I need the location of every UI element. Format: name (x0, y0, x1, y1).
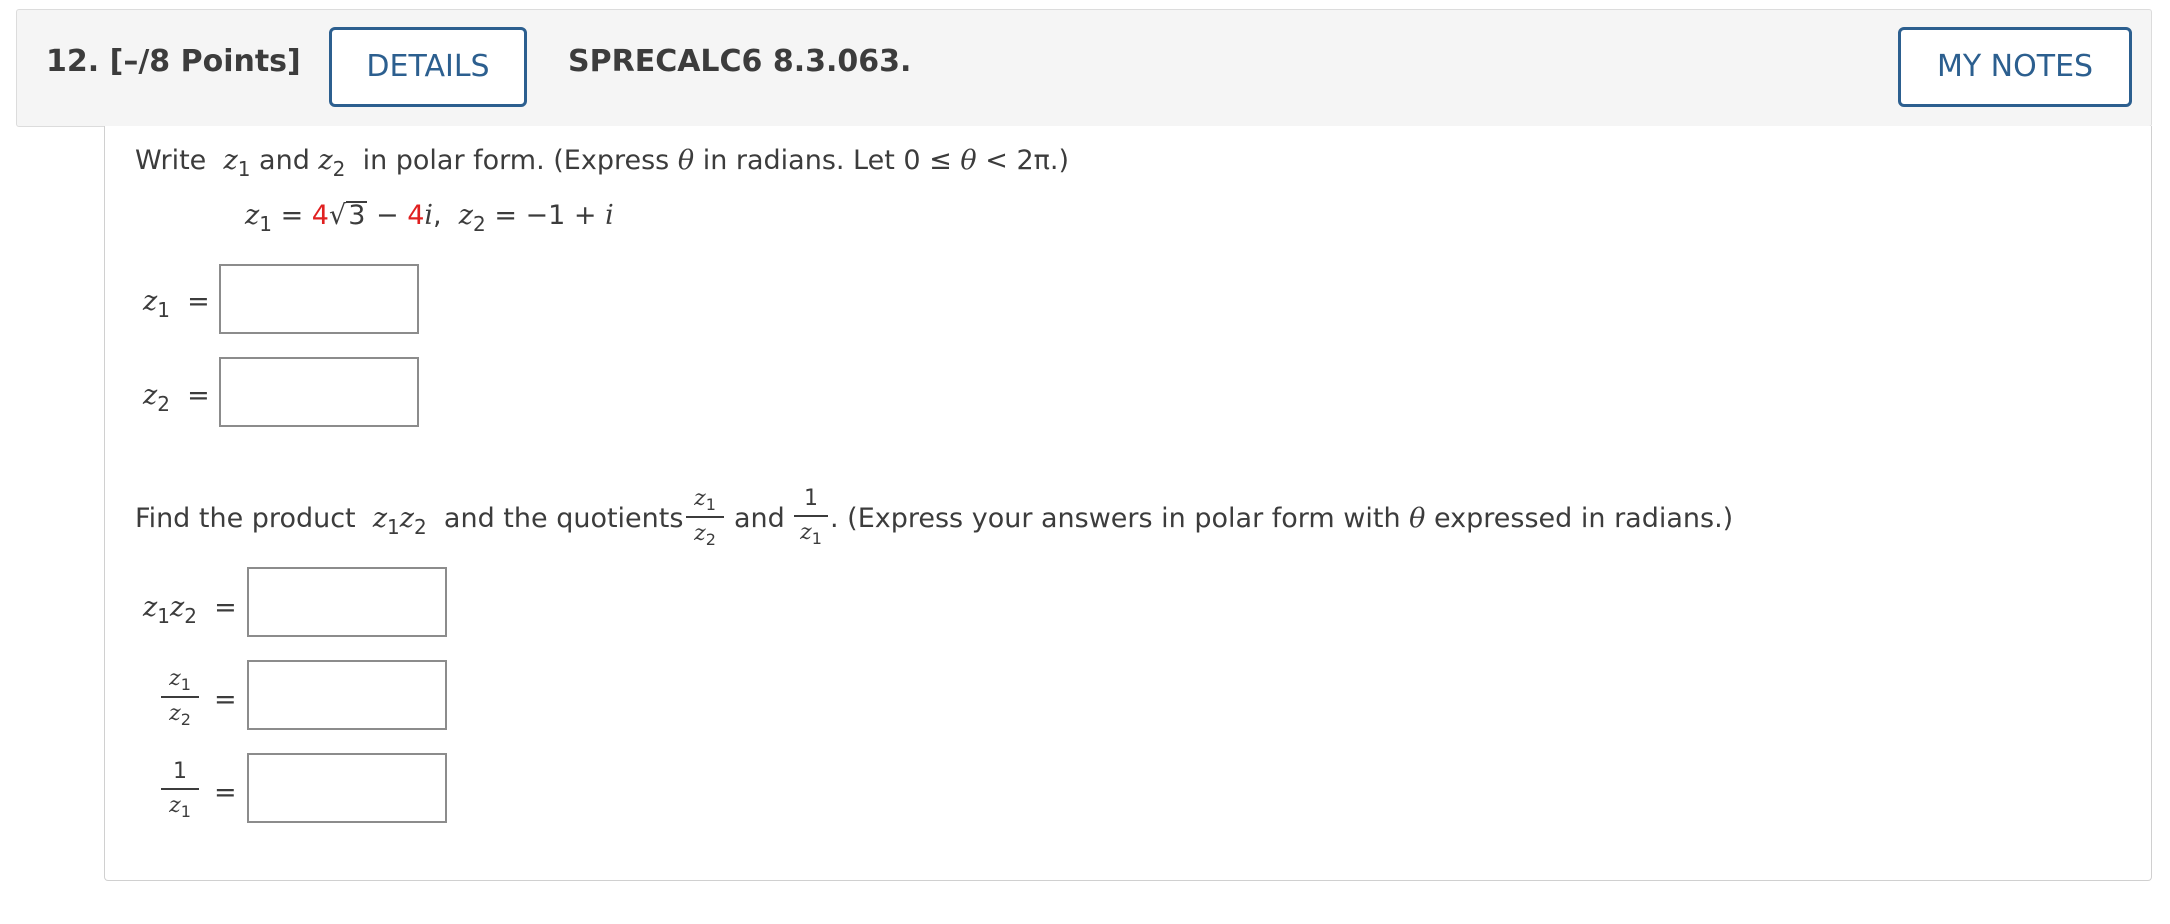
question-number: 12. [–/8 Points] (46, 44, 301, 79)
z2-answer-input[interactable] (219, 357, 419, 427)
z1z2-answer-input[interactable] (247, 567, 447, 637)
z2-field-label: z2 = (143, 380, 210, 416)
part2-instruction-a: Find the product z1z2 and the quotients (135, 503, 684, 539)
one-over-z1-label: 1 z1 (161, 759, 199, 821)
points-text: [–/8 Points] (109, 44, 301, 79)
z1-coefficient-a: 4 (311, 200, 329, 231)
z1-field-label: z1 = (143, 286, 210, 322)
z1-answer-input[interactable] (219, 264, 419, 334)
question-number-text: 12. (46, 44, 100, 79)
part2-and: and (734, 503, 785, 534)
z1-over-z2-label: z1 z2 (161, 666, 199, 729)
z1-over-z2-equals: = (214, 684, 237, 715)
part2-instruction-b: . (Express your answers in polar form wi… (830, 503, 1734, 534)
z1-over-z2-fraction: z1 z2 (686, 486, 724, 549)
my-notes-button[interactable]: MY NOTES (1898, 27, 2132, 107)
sqrt-symbol: √3 (328, 200, 368, 231)
z1-coefficient-b: 4 (407, 200, 425, 231)
part1-instruction: Write z1 and z2 in polar form. (Express … (135, 145, 1070, 181)
z1-over-z2-answer-input[interactable] (247, 660, 447, 730)
one-over-z1-equals: = (214, 777, 237, 808)
given-equation: z1 = 4√3 − 4i, z2 = −1 + i (245, 200, 614, 236)
z1z2-field-label: z1z2 = (143, 592, 237, 628)
one-over-z1-answer-input[interactable] (247, 753, 447, 823)
one-over-z1-fraction: 1 z1 (794, 486, 828, 548)
details-button[interactable]: DETAILS (329, 27, 527, 107)
course-code: SPRECALC6 8.3.063. (568, 44, 912, 79)
